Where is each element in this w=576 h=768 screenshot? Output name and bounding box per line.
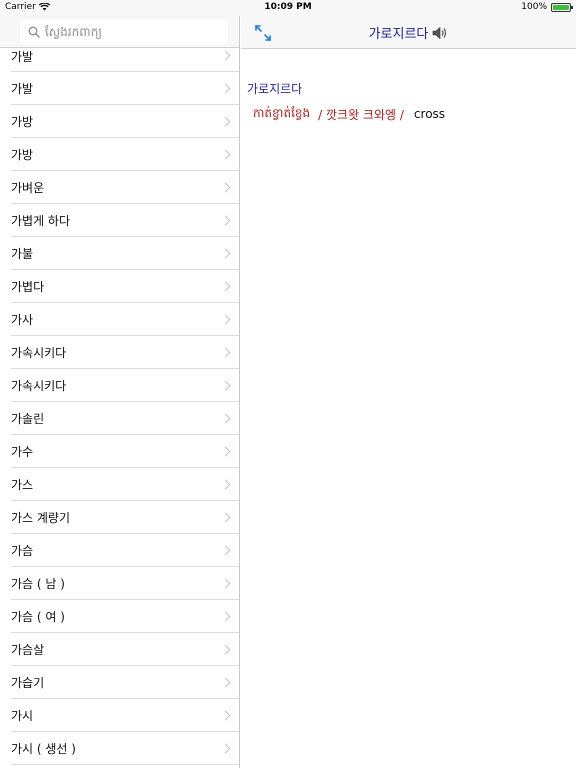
list-item-label: 가수 xyxy=(11,445,34,459)
list-item[interactable]: 가볍게 하다 xyxy=(0,204,239,237)
speaker-icon[interactable] xyxy=(432,26,448,40)
chevron-right-icon xyxy=(220,215,231,225)
list-item[interactable]: 가습기 xyxy=(0,666,239,699)
list-item-label: 가볍다 xyxy=(11,280,45,294)
chevron-right-icon xyxy=(220,116,231,126)
list-item[interactable]: 가벼운 xyxy=(0,171,239,204)
list-item[interactable]: 가발 xyxy=(0,72,239,105)
list-item[interactable]: 가방 xyxy=(0,138,239,171)
list-item[interactable]: 가스 계량기 xyxy=(0,501,239,534)
list-item[interactable]: 가볍다 xyxy=(0,270,239,303)
detail-header: 가로지르다 xyxy=(241,16,576,49)
list-item[interactable]: 가사 xyxy=(0,303,239,336)
list-item[interactable]: 가슴 xyxy=(0,534,239,567)
list-item-label: 가슴 ( 남 ) xyxy=(11,577,65,591)
list-item-label: 가솔린 xyxy=(11,412,45,426)
list-item-label: 가슴 ( 여 ) xyxy=(11,610,65,624)
list-item-label: 가방 xyxy=(11,148,34,162)
list-item-label: 가시 xyxy=(11,709,34,723)
list-item-label: 가슴 xyxy=(11,544,34,558)
word-list-pane: 가발 가발 가방 가방 가벼운 가볍게 하다 가불 가볍다 가사 가속시키다 가속시키다 가솔린 가수 가… xyxy=(0,16,240,768)
search-box[interactable] xyxy=(20,19,228,45)
list-item[interactable]: 가속시키다 xyxy=(0,369,239,402)
list-item[interactable]: 가슴 ( 남 ) xyxy=(0,567,239,600)
detail-title: 가로지르다 xyxy=(241,23,576,42)
chevron-right-icon xyxy=(220,182,231,192)
list-item[interactable]: 가시 xyxy=(0,699,239,732)
battery-percent: 100% xyxy=(521,2,547,12)
entry-translation-line: កាត់ខ្វាត់ខ្វែង / 깟크왓 크와엥 / cross xyxy=(253,105,445,123)
detail-pane: 가로지르다 가로지르다 កាត់ខ្វាត់ខ្វែង / 깟크왓 크와엥 / … xyxy=(241,16,576,768)
chevron-right-icon xyxy=(220,347,231,357)
chevron-right-icon xyxy=(220,446,231,456)
chevron-right-icon xyxy=(220,743,231,753)
chevron-right-icon xyxy=(220,710,231,720)
list-item[interactable]: 가불 xyxy=(0,237,239,270)
list-item-label: 가발 xyxy=(11,82,34,96)
list-item-label: 가방 xyxy=(11,115,34,129)
chevron-right-icon xyxy=(220,677,231,687)
chevron-right-icon xyxy=(220,314,231,324)
list-item-label: 가스 계량기 xyxy=(11,511,71,525)
list-item-label: 가불 xyxy=(11,247,34,261)
chevron-right-icon xyxy=(220,83,231,93)
list-item[interactable]: 가방 xyxy=(0,105,239,138)
chevron-right-icon xyxy=(220,281,231,291)
list-item[interactable]: 가수 xyxy=(0,435,239,468)
entry-headword: 가로지르다 xyxy=(247,82,303,96)
list-item[interactable]: 가시 ( 생선 ) xyxy=(0,732,239,765)
chevron-right-icon xyxy=(220,545,231,555)
list-item[interactable]: 가솔린 xyxy=(0,402,239,435)
list-item[interactable]: 가슴살 xyxy=(0,633,239,666)
status-right: 100% xyxy=(521,2,573,12)
status-bar: Carrier 10:09 PM 100% xyxy=(0,0,576,16)
chevron-right-icon xyxy=(220,479,231,489)
detail-title-text: 가로지르다 xyxy=(368,27,429,42)
chevron-right-icon xyxy=(220,413,231,423)
entry-romanization: / 깟크왓 크와엥 / xyxy=(318,107,404,122)
battery-icon xyxy=(551,2,573,12)
dictionary-entry: 가로지르다 កាត់ខ្វាត់ខ្វែង / 깟크왓 크와엥 / cross xyxy=(247,80,445,123)
entry-english: cross xyxy=(413,107,446,121)
list-item-label: 가스 xyxy=(11,478,34,492)
list-item-label: 가시 ( 생선 ) xyxy=(11,742,76,756)
list-item-label: 가볍게 하다 xyxy=(11,214,71,228)
status-time: 10:09 PM xyxy=(264,2,312,12)
chevron-right-icon xyxy=(220,578,231,588)
list-item[interactable]: 가속시키다 xyxy=(0,336,239,369)
list-item-label: 가속시키다 xyxy=(11,379,67,393)
list-item[interactable]: 가스 xyxy=(0,468,239,501)
battery-fill xyxy=(553,4,569,10)
chevron-right-icon xyxy=(220,50,231,61)
chevron-right-icon xyxy=(220,611,231,621)
list-item-label: 가벼운 xyxy=(11,181,45,195)
chevron-right-icon xyxy=(220,380,231,390)
chevron-right-icon xyxy=(220,149,231,159)
chevron-right-icon xyxy=(220,512,231,522)
list-item-label: 가습기 xyxy=(11,676,45,690)
list-item-label: 가사 xyxy=(11,313,34,327)
list-item[interactable]: 가슴 ( 여 ) xyxy=(0,600,239,633)
entry-khmer: កាត់ខ្វាត់ខ្វែង xyxy=(253,106,311,120)
word-list[interactable]: 가발 가발 가방 가방 가벼운 가볍게 하다 가불 가볍다 가사 가속시키다 가속시키다 가솔린 가수 가… xyxy=(0,40,239,765)
chevron-right-icon xyxy=(220,644,231,654)
list-item-label: 가발 xyxy=(11,49,34,64)
chevron-right-icon xyxy=(220,248,231,258)
search-icon xyxy=(28,26,40,38)
list-item-label: 가속시키다 xyxy=(11,346,67,360)
search-bar xyxy=(0,16,239,48)
list-item-label: 가슴살 xyxy=(11,643,45,657)
search-input[interactable] xyxy=(45,25,215,39)
